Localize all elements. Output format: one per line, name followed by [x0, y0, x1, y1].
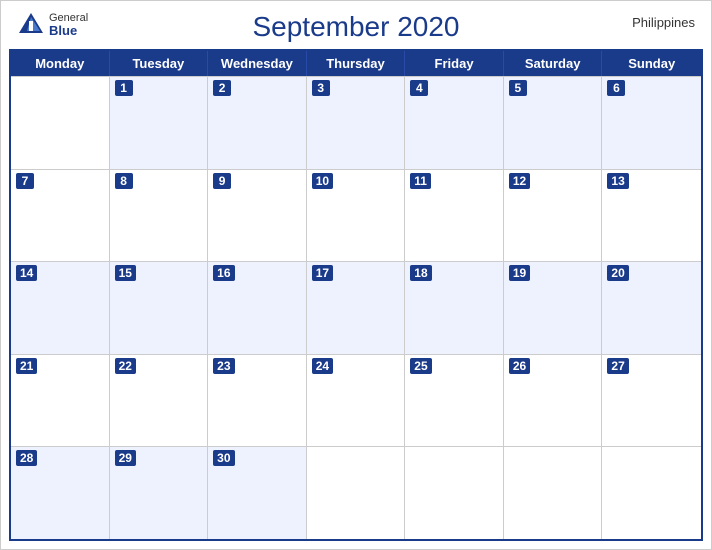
day-cell-empty-4-6 — [602, 447, 701, 539]
day-header-wednesday: Wednesday — [208, 51, 307, 76]
date-number-27: 27 — [607, 358, 628, 374]
date-number-4: 4 — [410, 80, 428, 96]
date-number-26: 26 — [509, 358, 530, 374]
calendar-header: General Blue September 2020 Philippines — [1, 1, 711, 49]
day-cell-11: 11 — [405, 170, 504, 262]
date-number-10: 10 — [312, 173, 333, 189]
day-header-tuesday: Tuesday — [110, 51, 209, 76]
date-number-5: 5 — [509, 80, 527, 96]
date-number-9: 9 — [213, 173, 231, 189]
country-label: Philippines — [632, 15, 695, 30]
day-cell-15: 15 — [110, 262, 209, 354]
week-row-4: 21 22 23 24 25 26 27 — [11, 354, 701, 447]
day-cell-22: 22 — [110, 355, 209, 447]
date-number-19: 19 — [509, 265, 530, 281]
calendar-grid: Monday Tuesday Wednesday Thursday Friday… — [9, 49, 703, 541]
day-cell-6: 6 — [602, 77, 701, 169]
calendar-title: September 2020 — [252, 11, 459, 43]
logo-text: General Blue — [49, 12, 88, 38]
logo-icon — [17, 11, 45, 39]
date-number-13: 13 — [607, 173, 628, 189]
day-cell-14: 14 — [11, 262, 110, 354]
day-cell-17: 17 — [307, 262, 406, 354]
day-cell-2: 2 — [208, 77, 307, 169]
date-number-30: 30 — [213, 450, 234, 466]
date-number-15: 15 — [115, 265, 136, 281]
date-number-25: 25 — [410, 358, 431, 374]
date-number-22: 22 — [115, 358, 136, 374]
day-cell-8: 8 — [110, 170, 209, 262]
day-header-saturday: Saturday — [504, 51, 603, 76]
day-cell-16: 16 — [208, 262, 307, 354]
day-cell-27: 27 — [602, 355, 701, 447]
day-cell-10: 10 — [307, 170, 406, 262]
day-cell-13: 13 — [602, 170, 701, 262]
date-number-14: 14 — [16, 265, 37, 281]
day-cell-12: 12 — [504, 170, 603, 262]
day-cell-empty-0-0 — [11, 77, 110, 169]
day-cell-18: 18 — [405, 262, 504, 354]
date-number-23: 23 — [213, 358, 234, 374]
day-cell-empty-4-3 — [307, 447, 406, 539]
day-header-friday: Friday — [405, 51, 504, 76]
date-number-7: 7 — [16, 173, 34, 189]
date-number-1: 1 — [115, 80, 133, 96]
calendar-container: General Blue September 2020 Philippines … — [0, 0, 712, 550]
day-cell-1: 1 — [110, 77, 209, 169]
date-number-6: 6 — [607, 80, 625, 96]
date-number-18: 18 — [410, 265, 431, 281]
day-cell-28: 28 — [11, 447, 110, 539]
logo-area: General Blue — [17, 11, 88, 39]
day-header-sunday: Sunday — [602, 51, 701, 76]
week-row-2: 7 8 9 10 11 12 13 — [11, 169, 701, 262]
day-cell-empty-4-4 — [405, 447, 504, 539]
day-header-monday: Monday — [11, 51, 110, 76]
day-cell-24: 24 — [307, 355, 406, 447]
logo-blue-text: Blue — [49, 24, 88, 38]
day-cell-29: 29 — [110, 447, 209, 539]
day-header-thursday: Thursday — [307, 51, 406, 76]
date-number-28: 28 — [16, 450, 37, 466]
day-cell-21: 21 — [11, 355, 110, 447]
day-cell-3: 3 — [307, 77, 406, 169]
week-row-5: 28 29 30 — [11, 446, 701, 539]
week-row-3: 14 15 16 17 18 19 20 — [11, 261, 701, 354]
date-number-12: 12 — [509, 173, 530, 189]
day-cell-26: 26 — [504, 355, 603, 447]
day-cell-19: 19 — [504, 262, 603, 354]
weeks-container: 1234567891011121314151617181920212223242… — [11, 76, 701, 539]
date-number-24: 24 — [312, 358, 333, 374]
date-number-29: 29 — [115, 450, 136, 466]
date-number-17: 17 — [312, 265, 333, 281]
day-headers: Monday Tuesday Wednesday Thursday Friday… — [11, 51, 701, 76]
date-number-11: 11 — [410, 173, 431, 189]
date-number-8: 8 — [115, 173, 133, 189]
date-number-20: 20 — [607, 265, 628, 281]
date-number-3: 3 — [312, 80, 330, 96]
day-cell-7: 7 — [11, 170, 110, 262]
day-cell-4: 4 — [405, 77, 504, 169]
day-cell-20: 20 — [602, 262, 701, 354]
date-number-2: 2 — [213, 80, 231, 96]
day-cell-25: 25 — [405, 355, 504, 447]
day-cell-empty-4-5 — [504, 447, 603, 539]
day-cell-5: 5 — [504, 77, 603, 169]
day-cell-23: 23 — [208, 355, 307, 447]
day-cell-30: 30 — [208, 447, 307, 539]
date-number-16: 16 — [213, 265, 234, 281]
week-row-1: 1 2 3 4 5 6 — [11, 76, 701, 169]
date-number-21: 21 — [16, 358, 37, 374]
day-cell-9: 9 — [208, 170, 307, 262]
